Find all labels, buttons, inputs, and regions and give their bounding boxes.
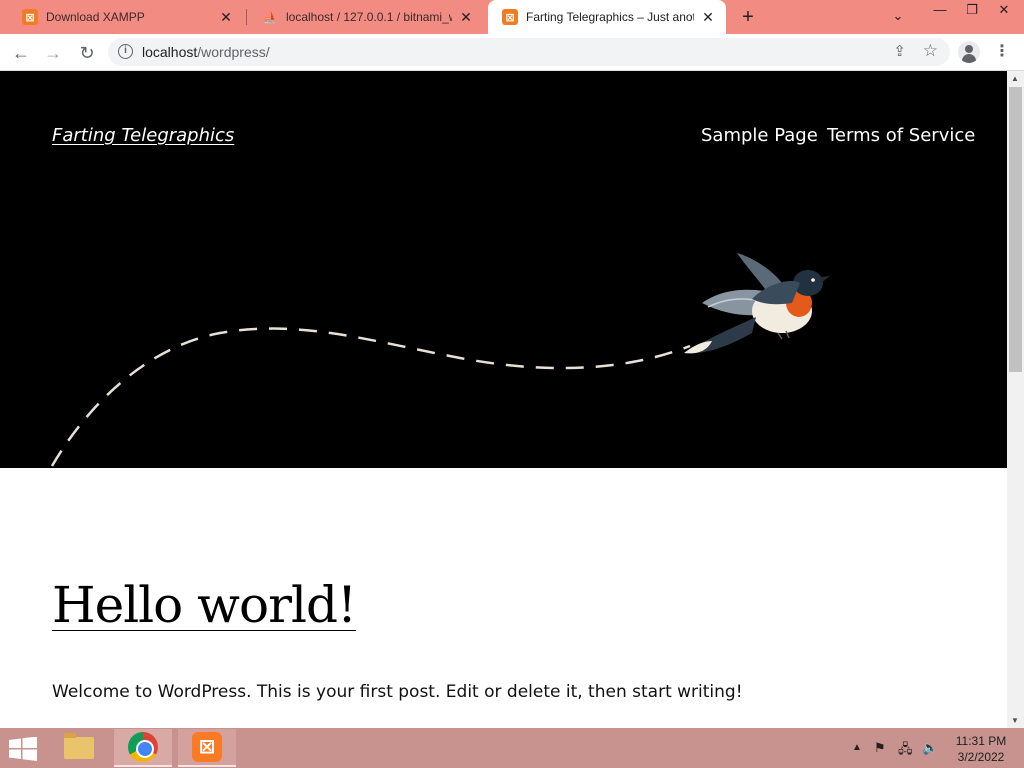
taskbar-clock[interactable]: 11:31 PM 3/2/2022 — [950, 733, 1012, 765]
close-icon[interactable]: ✕ — [218, 9, 234, 25]
tab-title: Download XAMPP — [46, 10, 145, 24]
clock-time: 11:31 PM — [955, 734, 1007, 748]
post-excerpt: Welcome to WordPress. This is your first… — [52, 682, 743, 702]
windows-start-icon[interactable] — [8, 737, 38, 761]
profile-avatar-icon[interactable] — [958, 41, 980, 63]
close-icon[interactable]: ✕ — [458, 9, 474, 25]
address-bar[interactable]: i localhost/wordpress/ ⇪ ☆ — [108, 38, 950, 66]
browser-tab-strip: ⊠ Download XAMPP ✕ ⛵ localhost / 127.0.0… — [0, 0, 1024, 34]
reload-icon[interactable]: ↻ — [74, 40, 100, 66]
network-icon[interactable]: 🖧 — [898, 740, 913, 762]
xampp-icon: ⊠ — [22, 9, 38, 25]
taskbar-xampp[interactable]: ⊠ — [178, 729, 236, 767]
nav-link-terms-of-service[interactable]: Terms of Service — [827, 125, 975, 146]
clock-date: 3/2/2022 — [957, 750, 1005, 764]
dashed-flight-path — [50, 327, 691, 467]
chrome-icon — [128, 732, 158, 762]
url-path: /wordpress/ — [197, 44, 270, 60]
xampp-control-icon: ⊠ — [192, 732, 222, 762]
restore-window-icon[interactable]: ❐ — [956, 0, 988, 22]
url-host: localhost — [142, 44, 198, 60]
new-tab-button[interactable]: + — [736, 6, 760, 28]
tab-title: localhost / 127.0.0.1 / bitnami_wo — [286, 10, 452, 24]
phpmyadmin-icon: ⛵ — [263, 11, 277, 24]
post-title-link[interactable]: Hello world! — [52, 576, 357, 634]
site-info-icon[interactable]: i — [118, 44, 133, 59]
windows-taskbar: ⊠ ▲ ⚑ 🖧 🔈 11:31 PM 3/2/2022 — [0, 728, 1024, 768]
close-icon[interactable]: ✕ — [700, 9, 716, 25]
nav-link-sample-page[interactable]: Sample Page — [701, 125, 818, 146]
url-text[interactable]: localhost/wordpress/ — [142, 44, 270, 60]
tab-search-chevron-icon[interactable]: ⌄ — [888, 8, 908, 26]
bookmark-star-icon[interactable]: ☆ — [923, 41, 938, 61]
taskbar-file-explorer[interactable] — [50, 729, 108, 767]
minimize-window-icon[interactable]: — — [924, 0, 956, 22]
bird-icon — [684, 253, 830, 354]
tab-title: Farting Telegraphics – Just anoth — [526, 10, 694, 24]
taskbar-chrome[interactable] — [114, 729, 172, 767]
volume-muted-icon[interactable]: 🔈 — [922, 740, 938, 756]
back-arrow-icon[interactable]: ← — [8, 40, 34, 66]
tab-separator — [246, 9, 247, 25]
forward-arrow-icon[interactable]: → — [40, 40, 66, 66]
file-explorer-icon — [64, 733, 94, 759]
action-center-flag-icon[interactable]: ⚑ — [874, 740, 886, 756]
scroll-down-arrow-icon[interactable]: ▼ — [1011, 716, 1019, 725]
page-viewport: Farting Telegraphics Sample Page Terms o… — [0, 71, 1007, 728]
scrollbar-thumb[interactable] — [1009, 87, 1022, 372]
page-scrollbar[interactable]: ▲ ▼ — [1007, 71, 1024, 728]
xampp-icon: ⊠ — [502, 9, 518, 25]
scroll-up-arrow-icon[interactable]: ▲ — [1011, 74, 1019, 83]
hero-header: Farting Telegraphics Sample Page Terms o… — [0, 71, 1007, 468]
tab-download-xampp[interactable]: ⊠ Download XAMPP ✕ — [8, 0, 244, 34]
show-hidden-icons-icon[interactable]: ▲ — [852, 742, 862, 753]
tab-phpmyadmin[interactable]: ⛵ localhost / 127.0.0.1 / bitnami_wo ✕ — [248, 0, 484, 34]
share-icon[interactable]: ⇪ — [893, 42, 906, 60]
browser-toolbar: ← → ↻ i localhost/wordpress/ ⇪ ☆ ⋮ — [0, 34, 1024, 71]
kebab-menu-icon[interactable]: ⋮ — [994, 42, 1010, 62]
site-title-link[interactable]: Farting Telegraphics — [52, 125, 234, 146]
close-window-icon[interactable]: ✕ — [988, 0, 1020, 22]
tab-farting-telegraphics[interactable]: ⊠ Farting Telegraphics – Just anoth ✕ — [488, 0, 726, 34]
